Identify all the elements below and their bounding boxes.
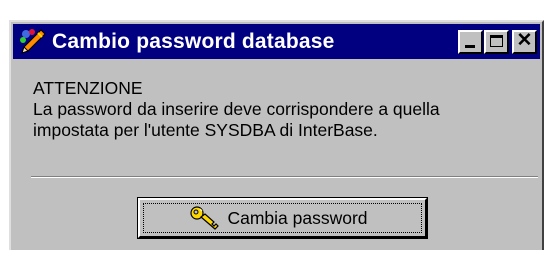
window-controls: ✕	[457, 29, 537, 54]
maximize-button[interactable]	[484, 29, 509, 54]
warning-line-2: impostata per l'utente SYSDBA di InterBa…	[33, 120, 378, 140]
close-button[interactable]: ✕	[512, 29, 537, 54]
title-bar[interactable]: Cambio password database ✕	[13, 24, 540, 59]
window-title: Cambio password database	[52, 29, 335, 53]
minimize-icon	[465, 44, 475, 48]
warning-line-1: La password da inserire deve corrisponde…	[33, 99, 440, 119]
warning-message: ATTENZIONE La password da inserire deve …	[33, 78, 543, 141]
maximize-icon	[490, 34, 503, 47]
warning-heading: ATTENZIONE	[33, 78, 143, 98]
minimize-button[interactable]	[458, 29, 483, 54]
change-password-button[interactable]: Cambia password	[137, 197, 428, 239]
dialog-window: Cambio password database ✕ ATTENZIONE La…	[9, 20, 544, 250]
close-icon: ✕	[516, 29, 533, 51]
focus-rectangle	[143, 203, 422, 233]
separator	[31, 176, 538, 178]
pen-icon[interactable]	[17, 27, 47, 57]
